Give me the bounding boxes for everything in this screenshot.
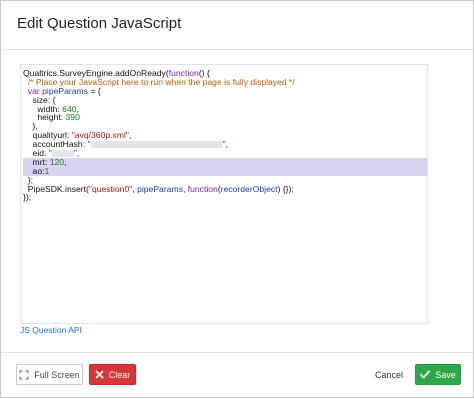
code-token: recorderObject (220, 183, 278, 194)
redacted-value (90, 141, 223, 149)
code-line: mrt: 120, (23, 156, 427, 167)
code-token: 390 (65, 112, 80, 123)
code-token: pipeParams (137, 183, 183, 194)
code-token: }); (23, 192, 32, 203)
code-token: "question0" (88, 183, 133, 194)
code-line: ao:1 (23, 165, 427, 176)
code-line: PipeSDK.insert("question0", pipeParams, … (23, 183, 427, 194)
code-token: 1 (44, 165, 50, 176)
clear-button[interactable]: Clear (89, 364, 136, 385)
dialog-title: Edit Question JavaScript (17, 15, 182, 32)
code-line: size: { (23, 95, 427, 105)
code-line: width: 640, (23, 104, 427, 114)
code-line: height: 390 (23, 113, 427, 122)
check-icon (420, 370, 431, 379)
code-token: , (128, 130, 132, 141)
dialog-header: Edit Question JavaScript (1, 1, 473, 50)
dialog-footer: Full Screen Clear Cancel Save (1, 352, 473, 399)
code-token: 120 (49, 156, 65, 167)
code-token: function (187, 183, 218, 194)
expand-icon (19, 370, 29, 380)
code-token: PipeSDK.insert( (23, 183, 89, 194)
code-line: var pipeParams = { (23, 85, 427, 96)
cancel-label: Cancel (374, 369, 403, 380)
save-button[interactable]: Save (415, 364, 461, 385)
code-token: = { (87, 85, 101, 96)
clear-label: Clear (108, 369, 131, 380)
full-screen-label: Full Screen (34, 369, 80, 380)
code-line: eid: " ", (23, 149, 427, 158)
code-token: , (64, 156, 67, 167)
code-line: }); (23, 193, 427, 202)
save-label: Save (435, 369, 456, 380)
x-icon (95, 370, 104, 379)
code-line: accountHash: " ", (23, 140, 427, 149)
js-question-api-link[interactable]: JS Question API (20, 325, 82, 335)
code-content[interactable]: Qualtrics.SurveyEngine.addOnReady(functi… (23, 69, 427, 202)
code-token: , (225, 139, 229, 150)
full-screen-button[interactable]: Full Screen (16, 364, 83, 385)
cancel-button[interactable]: Cancel (367, 364, 411, 385)
edit-javascript-dialog: Edit Question JavaScript Qualtrics.Surve… (0, 0, 474, 398)
code-editor[interactable]: Qualtrics.SurveyEngine.addOnReady(functi… (20, 64, 428, 324)
code-token: , (76, 148, 80, 159)
code-token: ) {}); (277, 183, 294, 194)
